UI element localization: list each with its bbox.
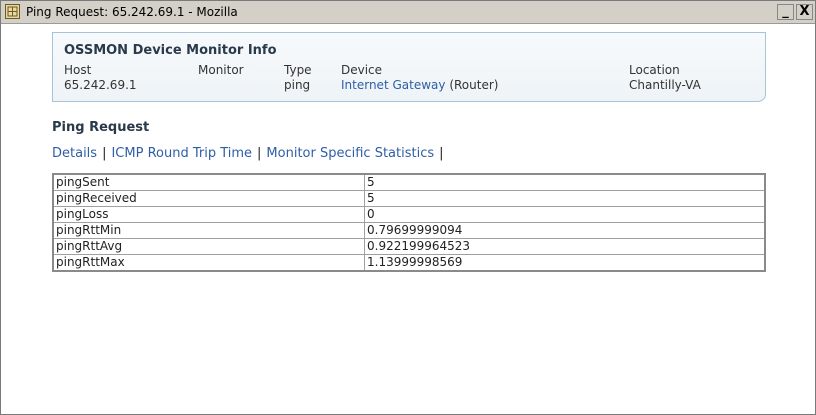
close-icon: X (799, 4, 810, 19)
device-info-title: OSSMON Device Monitor Info (64, 43, 277, 58)
stat-key: pingLoss (52, 206, 365, 223)
stat-key: pingRttMin (52, 222, 365, 239)
type-value: ping (284, 78, 311, 92)
stat-key: pingRttAvg (52, 238, 365, 255)
monitor-stats-link[interactable]: Monitor Specific Statistics (266, 146, 434, 161)
table-row: pingRttMin 0.79699999094 (52, 222, 766, 239)
device-type-label: (Router) (449, 78, 499, 92)
stat-value: 1.13999998569 (364, 254, 766, 272)
stat-value: 5 (364, 190, 766, 207)
stat-value: 0 (364, 206, 766, 223)
table-row: pingRttAvg 0.922199964523 (52, 238, 766, 255)
host-value: 65.242.69.1 (64, 78, 137, 92)
device-link[interactable]: Internet Gateway (341, 78, 445, 92)
type-header: Type (284, 63, 312, 77)
nav-separator: | (257, 146, 262, 161)
title-bar[interactable]: Ping Request: 65.242.69.1 - Mozilla _ X (1, 1, 815, 24)
icmp-rtt-link[interactable]: ICMP Round Trip Time (111, 146, 252, 161)
device-header: Device (341, 63, 383, 77)
window-title: Ping Request: 65.242.69.1 - Mozilla (26, 5, 238, 19)
table-row: pingSent 5 (52, 173, 766, 191)
minimize-icon: _ (782, 4, 789, 19)
ping-stats-table: pingSent 5 pingReceived 5 pingLoss 0 pin… (52, 173, 766, 272)
location-header: Location (629, 63, 680, 77)
table-row: pingRttMax 1.13999998569 (52, 254, 766, 272)
device-value: Internet Gateway (Router) (341, 78, 498, 92)
mozilla-app-icon[interactable] (5, 4, 20, 19)
page-content: OSSMON Device Monitor Info Host Monitor … (5, 25, 813, 413)
location-value: Chantilly-VA (629, 78, 701, 92)
stat-value: 5 (364, 173, 766, 191)
stat-key: pingRttMax (52, 254, 365, 272)
details-link[interactable]: Details (52, 146, 97, 161)
host-header: Host (64, 63, 92, 77)
minimize-button[interactable]: _ (777, 4, 794, 20)
stat-key: pingReceived (52, 190, 365, 207)
nav-separator: | (439, 146, 444, 161)
stat-value: 0.922199964523 (364, 238, 766, 255)
page-title: Ping Request (52, 120, 150, 135)
table-row: pingReceived 5 (52, 190, 766, 207)
close-button[interactable]: X (796, 4, 813, 20)
stat-key: pingSent (52, 173, 365, 191)
nav-separator: | (102, 146, 107, 161)
table-row: pingLoss 0 (52, 206, 766, 223)
browser-window: Ping Request: 65.242.69.1 - Mozilla _ X … (0, 0, 816, 415)
device-info-panel: OSSMON Device Monitor Info Host Monitor … (52, 32, 766, 102)
stat-value: 0.79699999094 (364, 222, 766, 239)
stats-nav: Details | ICMP Round Trip Time | Monitor Spe… (52, 146, 449, 161)
monitor-header: Monitor (198, 63, 244, 77)
